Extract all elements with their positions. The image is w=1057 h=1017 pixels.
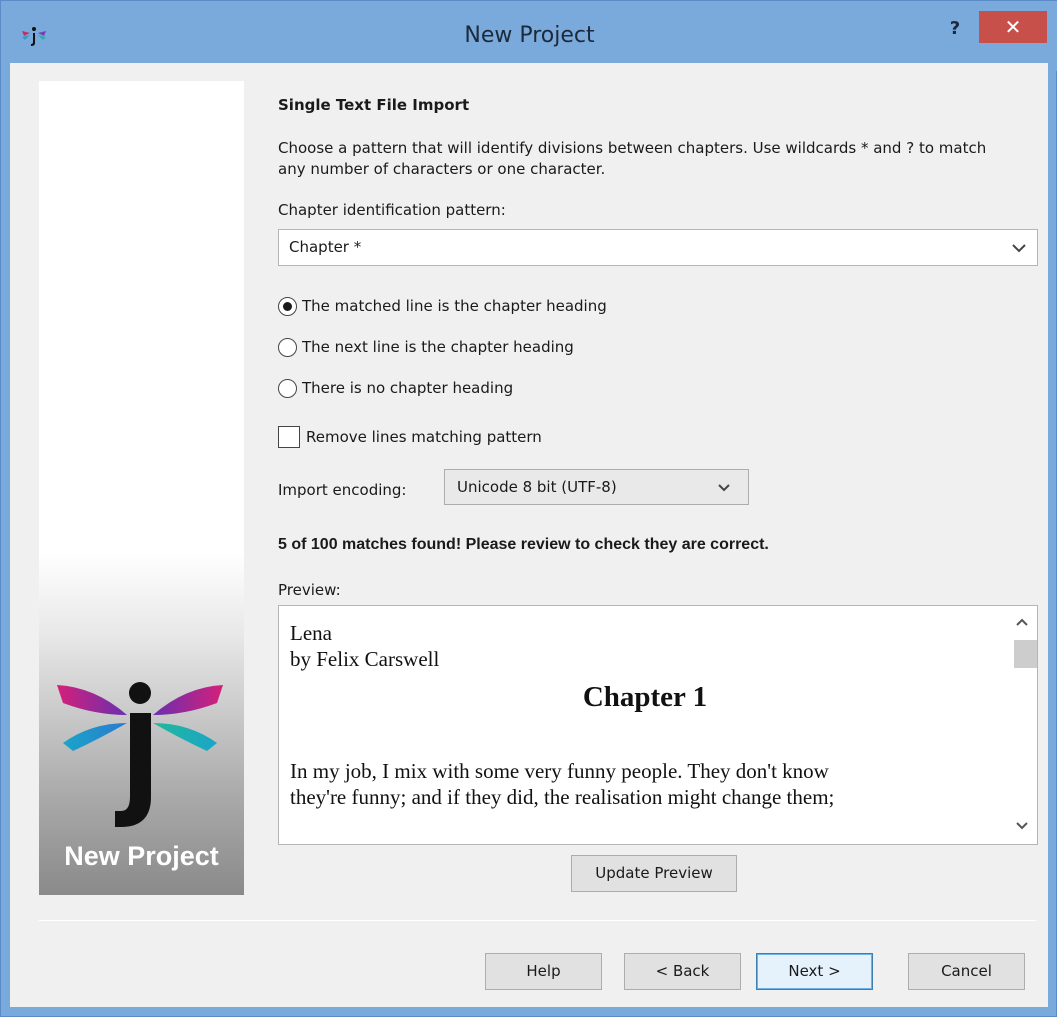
dragonfly-logo-icon: [57, 682, 223, 827]
chevron-up-icon[interactable]: [1012, 612, 1032, 632]
preview-line: by Felix Carswell: [290, 647, 440, 671]
encoding-value[interactable]: Unicode 8 bit (UTF-8): [457, 478, 617, 496]
preview-chapter-heading: Chapter 1: [582, 681, 708, 713]
pattern-label: Chapter identification pattern:: [278, 201, 506, 219]
radio-label: The next line is the chapter heading: [302, 338, 574, 356]
footer-divider: [39, 920, 1036, 921]
chevron-down-icon[interactable]: [1009, 238, 1029, 258]
encoding-label: Import encoding:: [278, 481, 407, 499]
matches-status: 5 of 100 matches found! Please review to…: [278, 536, 769, 553]
radio-label: There is no chapter heading: [302, 379, 514, 397]
radio-button[interactable]: [278, 337, 297, 357]
scroll-thumb[interactable]: [1014, 640, 1037, 668]
pattern-value[interactable]: Chapter *: [289, 238, 361, 256]
radio-button-selected[interactable]: [278, 296, 297, 316]
side-panel-caption: New Project: [64, 841, 219, 871]
radio-no-heading[interactable]: There is no chapter heading: [278, 376, 513, 400]
radio-matched-line[interactable]: The matched line is the chapter heading: [278, 294, 607, 318]
encoding-select[interactable]: Unicode 8 bit (UTF-8): [444, 469, 749, 505]
radio-next-line[interactable]: The next line is the chapter heading: [278, 335, 574, 359]
preview-line: they're funny; and if they did, the real…: [290, 785, 835, 809]
update-preview-button[interactable]: Update Preview: [571, 855, 737, 892]
preview-label: Preview:: [278, 581, 341, 599]
window-title: New Project: [464, 23, 595, 48]
preview-scrollbar[interactable]: [1007, 606, 1037, 844]
dialog-body: New Project Single Text File Import Choo…: [10, 63, 1048, 1007]
radio-button[interactable]: [278, 378, 297, 398]
remove-lines-label: Remove lines matching pattern: [306, 428, 542, 446]
close-button[interactable]: ✕: [979, 11, 1047, 43]
help-title-button[interactable]: ?: [939, 15, 971, 43]
title-bar: New Project ? ✕: [1, 1, 1057, 71]
section-heading: Single Text File Import: [278, 96, 470, 114]
new-project-window: New Project ? ✕ New Project Single Text …: [0, 0, 1057, 1017]
instructions-text: Choose a pattern that will identify divi…: [278, 139, 987, 178]
preview-line: In my job, I mix with some very funny pe…: [290, 759, 829, 783]
preview-content: Lena by Felix Carswell Chapter 1 In my j…: [290, 620, 1000, 810]
remove-lines-checkbox[interactable]: [278, 426, 300, 448]
back-button[interactable]: < Back: [624, 953, 741, 990]
cancel-button[interactable]: Cancel: [908, 953, 1025, 990]
wizard-side-panel: New Project: [39, 81, 244, 895]
preview-pane[interactable]: Lena by Felix Carswell Chapter 1 In my j…: [278, 605, 1038, 845]
radio-label: The matched line is the chapter heading: [302, 297, 607, 315]
next-button[interactable]: Next >: [756, 953, 873, 990]
help-button[interactable]: Help: [485, 953, 602, 990]
remove-lines-option[interactable]: Remove lines matching pattern: [278, 425, 542, 449]
chevron-down-icon[interactable]: [1012, 816, 1032, 836]
chevron-down-icon[interactable]: [714, 478, 734, 498]
preview-line: Lena: [290, 621, 332, 645]
chapter-pattern-combobox[interactable]: Chapter *: [278, 229, 1038, 266]
